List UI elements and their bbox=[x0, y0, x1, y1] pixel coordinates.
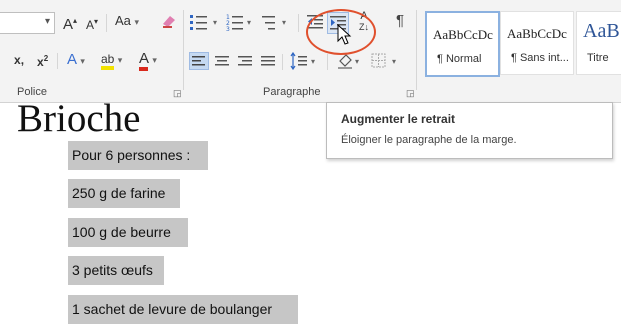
annotation-circle bbox=[306, 9, 376, 55]
tooltip-title: Augmenter le retrait bbox=[341, 112, 456, 126]
chevron-down-icon: ▾ bbox=[80, 56, 85, 66]
grow-font-button[interactable]: A▴ bbox=[63, 11, 77, 35]
align-left-button[interactable] bbox=[189, 52, 209, 70]
clear-formatting-icon[interactable] bbox=[160, 13, 178, 29]
change-case-label: Aa bbox=[115, 13, 131, 28]
paragraph-group-label: Paragraphe bbox=[263, 86, 321, 98]
style-sample: AaBbCcDc bbox=[507, 26, 567, 41]
svg-text:▾: ▾ bbox=[392, 57, 396, 66]
list-item[interactable]: 3 petits œufs bbox=[68, 256, 164, 285]
style-normal[interactable]: AaBbCcDc ¶ Normal bbox=[425, 11, 500, 77]
pilcrow-icon: ¶ bbox=[396, 12, 405, 29]
font-color-icon: A bbox=[139, 50, 149, 71]
separator bbox=[327, 54, 328, 70]
svg-text:▾: ▾ bbox=[355, 57, 359, 66]
tooltip: Augmenter le retrait Éloigner le paragra… bbox=[326, 102, 613, 159]
superscript-mark: 2 bbox=[43, 54, 49, 63]
separator bbox=[282, 54, 283, 70]
superscript-label: x bbox=[37, 55, 44, 69]
align-right-button[interactable] bbox=[236, 53, 254, 69]
list-item[interactable]: 250 g de farine bbox=[68, 179, 180, 208]
bullets-button[interactable]: ▾ bbox=[189, 13, 231, 31]
font-size-combo[interactable]: ▾ bbox=[0, 12, 55, 34]
style-name: Titre bbox=[587, 52, 609, 64]
shrink-font-icon: A bbox=[86, 18, 95, 32]
font-dialog-launcher-icon[interactable]: ◲ bbox=[173, 88, 182, 99]
document-title[interactable]: Brioche bbox=[17, 97, 140, 141]
borders-button[interactable]: ▾ bbox=[370, 52, 404, 70]
tooltip-description: Éloigner le paragraphe de la marge. bbox=[341, 134, 517, 146]
font-color-button[interactable]: A ▾ bbox=[139, 49, 157, 71]
chevron-down-icon: ▾ bbox=[117, 55, 123, 65]
numbering-button[interactable]: 1 2 3 ▾ bbox=[226, 13, 262, 33]
svg-text:3: 3 bbox=[226, 26, 230, 31]
change-case-button[interactable]: Aa ▾ bbox=[115, 11, 139, 32]
line-spacing-button[interactable]: ▾ bbox=[290, 51, 322, 71]
paragraph-dialog-launcher-icon[interactable]: ◲ bbox=[406, 88, 415, 99]
chevron-down-icon: ▾ bbox=[152, 55, 157, 65]
separator bbox=[57, 53, 58, 69]
justify-button[interactable] bbox=[259, 53, 277, 69]
style-no-spacing[interactable]: AaBbCcDc ¶ Sans int... bbox=[500, 11, 574, 75]
chevron-down-icon: ▾ bbox=[44, 16, 50, 27]
ribbon: ▾ A▴ A▾ Aa ▾ x, x2 A ▾ ab ▾ A ▾ Police ◲… bbox=[0, 0, 621, 103]
shrink-font-button[interactable]: A▾ bbox=[86, 12, 98, 35]
svg-text:▾: ▾ bbox=[311, 57, 315, 66]
text-effects-button[interactable]: A ▾ bbox=[67, 50, 85, 71]
style-name: ¶ Normal bbox=[437, 53, 482, 65]
chevron-down-icon: ▾ bbox=[134, 17, 140, 27]
text-effects-icon: A bbox=[67, 51, 77, 68]
highlight-button[interactable]: ab ▾ bbox=[101, 49, 122, 70]
highlight-icon: ab bbox=[101, 52, 115, 70]
grow-font-icon: A bbox=[63, 16, 74, 33]
show-formatting-marks-button[interactable]: ¶ bbox=[396, 11, 404, 31]
separator bbox=[106, 14, 107, 32]
multilevel-list-button[interactable]: ▾ bbox=[261, 13, 297, 31]
svg-text:▾: ▾ bbox=[247, 18, 251, 27]
svg-text:▾: ▾ bbox=[213, 18, 217, 27]
list-item[interactable]: Pour 6 personnes : bbox=[68, 141, 208, 170]
style-sample: AaB bbox=[583, 20, 620, 42]
styles-gallery: AaBbCcDc ¶ Normal AaBbCcDc ¶ Sans int...… bbox=[424, 11, 621, 77]
style-name: ¶ Sans int... bbox=[511, 52, 569, 64]
group-separator bbox=[416, 10, 417, 90]
list-item[interactable]: 100 g de beurre bbox=[68, 218, 188, 247]
align-center-button[interactable] bbox=[213, 53, 231, 69]
style-title[interactable]: AaB Titre bbox=[576, 11, 621, 75]
svg-text:▾: ▾ bbox=[282, 18, 286, 27]
separator bbox=[298, 14, 299, 32]
style-sample: AaBbCcDc bbox=[433, 27, 493, 42]
superscript-button[interactable]: x2 bbox=[37, 49, 48, 72]
list-item[interactable]: 1 sachet de levure de boulanger bbox=[68, 295, 298, 324]
group-separator bbox=[183, 10, 184, 90]
subscript-button[interactable]: x, bbox=[14, 50, 24, 70]
subscript-label: x bbox=[14, 53, 21, 67]
